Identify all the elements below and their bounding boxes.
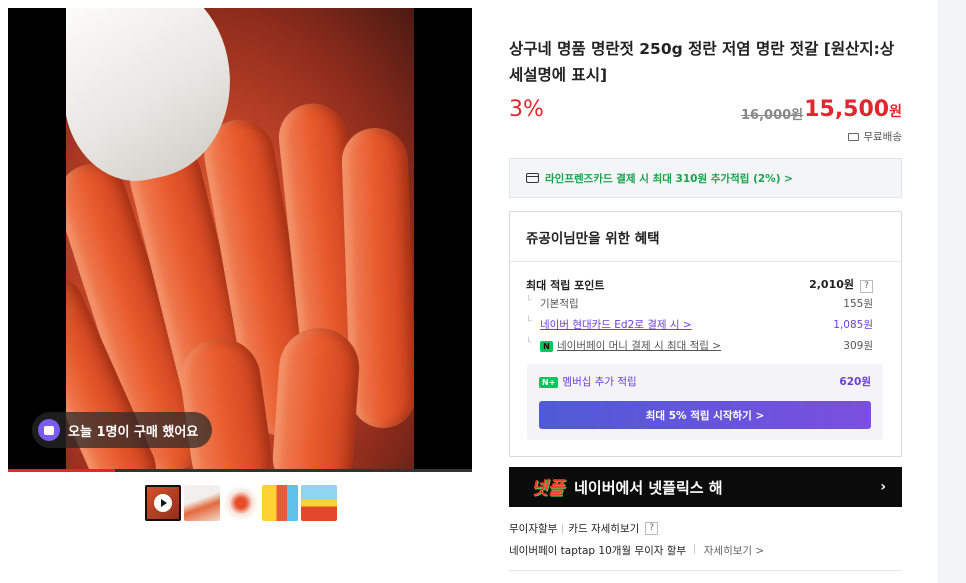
sale-price-value: 15,500: [804, 97, 890, 122]
shipping-info: 무료배송: [848, 129, 902, 144]
hyundai-card-link[interactable]: 네이버 현대카드 Ed2로 결제 시 >: [540, 319, 692, 331]
npay-installment-text: 네이버페이 taptap 10개월 무이자 할부: [509, 545, 687, 557]
membership-row: N+ 멤버십 추가 적립 620원: [539, 374, 871, 389]
thumbnail-image[interactable]: [184, 485, 220, 521]
installment-row: 무이자할부 카드 자세히보기 ?: [509, 521, 659, 536]
product-image: [66, 8, 414, 472]
netflix-banner[interactable]: 넷플 네이버에서 넷플릭스 해 ›: [509, 467, 902, 507]
thumbnail-strip: [145, 485, 337, 521]
help-icon[interactable]: ?: [645, 522, 659, 535]
membership-start-button[interactable]: 최대 5% 적립 시작하기 >: [539, 401, 871, 429]
benefit-heading: 쥬공이님만을 위한 혜택: [510, 212, 901, 262]
max-points-row: 최대 적립 포인트 2,010원?: [526, 276, 873, 293]
points-row-basic: 기본적립 155원: [526, 296, 873, 311]
card-details-link[interactable]: 카드 자세히보기: [568, 521, 639, 536]
max-points-value: 2,010원: [809, 278, 854, 291]
max-points-label: 최대 적립 포인트: [526, 278, 605, 292]
npay-money-link[interactable]: 네이버페이 머니 결제 시 최대 적립 >: [557, 340, 721, 352]
video-progress-bar[interactable]: [8, 469, 472, 472]
points-row-value: 309원: [843, 340, 873, 352]
banner-text: 네이버에서 넷플릭스 해: [574, 478, 723, 497]
sale-price-unit: 원: [889, 104, 902, 120]
thumbnail-image[interactable]: [262, 485, 298, 521]
divider: [509, 570, 902, 571]
membership-box: N+ 멤버십 추가 적립 620원 최대 5% 적립 시작하기 >: [527, 364, 883, 440]
purchase-notice-text: 오늘 1명이 구매 했어요: [68, 424, 199, 440]
benefit-box: 쥬공이님만을 위한 혜택 최대 적립 포인트 2,010원? 기본적립 155원…: [509, 211, 902, 457]
thumbnail-image[interactable]: [223, 485, 259, 521]
netflix-logo: 넷플: [531, 478, 565, 499]
help-icon[interactable]: ?: [860, 280, 873, 293]
points-row-value: 155원: [843, 298, 873, 310]
sale-price: 15,500원: [804, 97, 902, 122]
membership-label: 멤버십 추가 적립: [562, 376, 637, 388]
credit-card-icon: [526, 173, 539, 183]
installment-label: 무이자할부: [509, 523, 558, 535]
card-promotion-text: 라인프렌즈카드 결제 시 최대 310원 추가적립 (2%) >: [545, 172, 793, 185]
points-row-label: 기본적립: [526, 296, 579, 311]
points-row-card: 네이버 현대카드 Ed2로 결제 시 > 1,085원: [526, 317, 873, 332]
product-page: 오늘 1명이 구매 했어요 상구네 명품 명란젓 250g 정란 저염 명란 젓…: [0, 0, 938, 583]
points-row-value: 1,085원: [833, 319, 873, 331]
membership-value: 620원: [839, 376, 871, 388]
details-link[interactable]: 자세히보기 >: [704, 545, 764, 557]
naver-plus-icon: N+: [539, 377, 559, 388]
video-progress-fill: [8, 469, 115, 472]
points-row-npay: N 네이버페이 머니 결제 시 최대 적립 > 309원: [526, 338, 873, 353]
purchase-notice-badge: 오늘 1명이 구매 했어요: [32, 412, 213, 448]
npay-icon: N: [540, 341, 553, 352]
chevron-right-icon: ›: [880, 479, 886, 495]
card-promotion[interactable]: 라인프렌즈카드 결제 시 최대 310원 추가적립 (2%) >: [509, 158, 902, 198]
product-title: 상구네 명품 명란젓 250g 정란 저염 명란 젓갈 [원산지:상세설명에 표…: [509, 40, 895, 84]
npay-installment-row: 네이버페이 taptap 10개월 무이자 할부 자세히보기 >: [509, 543, 764, 558]
thumbnail-video[interactable]: [145, 485, 181, 521]
play-icon: [154, 494, 172, 512]
shopping-bag-icon: [38, 419, 60, 441]
shipping-text: 무료배송: [863, 131, 902, 143]
discount-rate: 3%: [509, 97, 544, 122]
truck-icon: [848, 132, 860, 141]
thumbnail-image[interactable]: [301, 485, 337, 521]
original-price: 16,000원: [741, 108, 804, 123]
product-video-player[interactable]: 오늘 1명이 구매 했어요: [8, 8, 472, 472]
